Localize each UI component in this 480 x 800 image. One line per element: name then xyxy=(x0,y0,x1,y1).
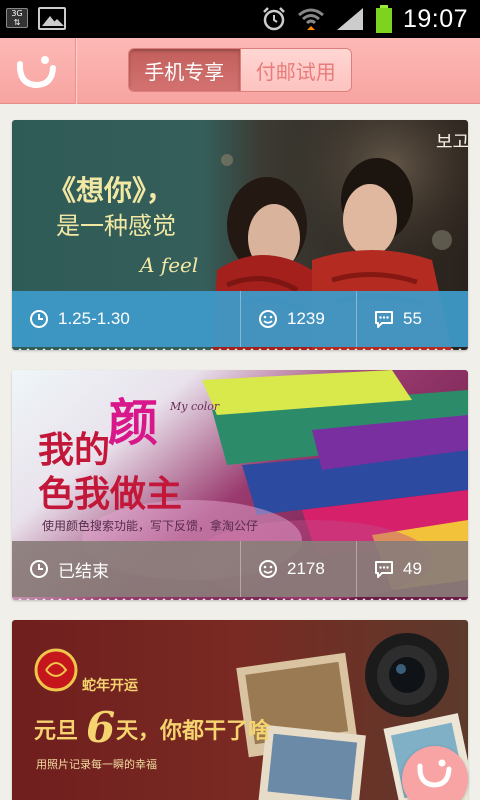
messages-count: 55 xyxy=(403,309,422,328)
wifi-icon xyxy=(297,8,324,30)
banner-headline-a: 元旦 xyxy=(34,719,78,744)
logo-button[interactable] xyxy=(0,38,76,104)
date-status-text: 已结束 xyxy=(58,561,109,581)
card-stats-bar: 已结束 2178 49 xyxy=(12,541,468,597)
banner-subtitle: 是一种感觉 xyxy=(56,212,176,240)
banner-headline-number: 6 xyxy=(86,703,115,752)
clock-icon xyxy=(30,310,48,328)
banner-tagline: A feel xyxy=(138,253,198,277)
banner-badge: 蛇年开运 xyxy=(82,677,138,694)
banner-accent-char: 颜 xyxy=(108,393,158,452)
cell-signal-icon xyxy=(336,8,363,30)
comments-stat[interactable]: 1239 xyxy=(240,291,356,347)
banner-caption: 用照片记录每一瞬的幸福 xyxy=(36,757,157,771)
card-torn-edge xyxy=(12,347,468,350)
status-bar: 3G ⇅ 19:07 xyxy=(0,0,480,38)
status-time: 19:07 xyxy=(402,4,468,33)
trial-card[interactable]: 蛇年开运 元旦 6 天，你都干了啥 用照片记录每一瞬的幸福 xyxy=(12,620,468,800)
chat-bubble-icon xyxy=(375,561,393,578)
smile-logo-icon xyxy=(16,56,56,89)
date-stat: 已结束 xyxy=(12,541,240,597)
messages-stat[interactable]: 55 xyxy=(356,291,468,347)
battery-icon xyxy=(375,5,392,33)
date-stat: 1.25-1.30 xyxy=(12,291,240,347)
card-torn-edge xyxy=(12,597,468,600)
banner-script: My color xyxy=(169,400,220,413)
chat-bubble-icon xyxy=(375,311,393,328)
card-stats-bar: 1.25-1.30 1239 55 xyxy=(12,291,468,347)
image-notification-icon xyxy=(38,7,66,30)
clock-icon xyxy=(30,560,48,578)
comments-stat[interactable]: 2178 xyxy=(240,541,356,597)
smiley-icon xyxy=(259,310,277,328)
tab-paid-shipping-trial[interactable]: 付邮试用 xyxy=(239,49,351,91)
messages-stat[interactable]: 49 xyxy=(356,541,468,597)
banner-caption: 使用颜色搜索功能，写下反馈，拿淘公仔 xyxy=(42,518,258,533)
smile-logo-icon xyxy=(417,759,452,788)
banner-line2: 色我做主 xyxy=(38,474,182,515)
app-header: 手机专享 付邮试用 xyxy=(0,38,480,104)
alarm-icon xyxy=(263,7,285,31)
banner-headline-b: 天，你都干了啥 xyxy=(116,718,271,744)
banner-title: 《想你》， xyxy=(48,174,174,207)
trial-card[interactable]: 我的 颜 My color 色我做主 使用颜色搜索功能，写下反馈，拿淘公仔 已结… xyxy=(12,370,468,600)
banner-corner-text: 보고 xyxy=(436,132,468,153)
comments-count: 1239 xyxy=(287,309,325,328)
comments-count: 2178 xyxy=(287,559,325,578)
date-range-text: 1.25-1.30 xyxy=(58,309,130,328)
network-3g-icon: 3G ⇅ xyxy=(6,8,28,28)
tab-mobile-exclusive[interactable]: 手机专享 xyxy=(129,49,240,91)
category-segment: 手机专享 付邮试用 xyxy=(128,48,352,92)
trial-card[interactable]: 《想你》， 是一种感觉 A feel 보고 1.25-1.30 1239 55 xyxy=(12,120,468,350)
smiley-icon xyxy=(259,560,277,578)
banner-line1: 我的 xyxy=(38,430,110,471)
floating-logo-button[interactable] xyxy=(402,746,468,800)
messages-count: 49 xyxy=(403,559,422,578)
trial-feed: 《想你》， 是一种感觉 A feel 보고 1.25-1.30 1239 55 xyxy=(12,104,468,800)
card-banner-image: 蛇年开运 元旦 6 天，你都干了啥 用照片记录每一瞬的幸福 xyxy=(12,620,468,800)
